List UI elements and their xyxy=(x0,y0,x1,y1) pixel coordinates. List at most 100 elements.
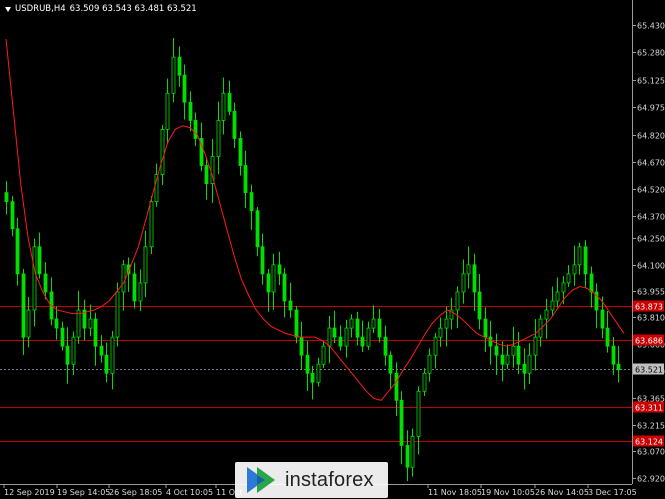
candle-body xyxy=(93,318,98,347)
candle-body xyxy=(305,354,310,374)
x-tick-label: 11 Nov 18:05 xyxy=(428,488,482,497)
y-tick-label: 64.370 xyxy=(637,213,665,222)
y-tick-label: 63.070 xyxy=(637,448,665,457)
y-tick-label: 63.955 xyxy=(637,288,665,297)
candle-body xyxy=(388,354,393,374)
candle-body xyxy=(288,300,293,311)
candle-body xyxy=(260,246,265,275)
candle-body xyxy=(110,336,115,374)
candle-body xyxy=(472,264,477,293)
candle-body xyxy=(438,327,443,338)
candle-body xyxy=(238,138,243,166)
candle-body xyxy=(138,282,143,302)
candle-body xyxy=(121,264,126,293)
candle-body xyxy=(544,309,549,320)
x-tick-label: 26 Sep 18:05 xyxy=(109,488,162,497)
candle-body xyxy=(65,345,70,365)
candle-body xyxy=(10,201,15,230)
candle-body xyxy=(383,336,388,356)
price-chart[interactable]: 65.430 65.280 65.125 64.975 64.820 64.670 64.5… xyxy=(0,0,665,499)
watermark: instaforex xyxy=(235,462,388,498)
candle-body xyxy=(399,399,404,446)
candle-body xyxy=(477,291,482,320)
candle-body xyxy=(410,436,415,468)
x-tick-label: 3 Dec 17:05 xyxy=(588,488,637,497)
candle-body xyxy=(561,282,566,293)
candle-body xyxy=(232,110,237,139)
level-label: 63.873 xyxy=(635,303,663,312)
candle-body xyxy=(616,363,621,371)
candle-body xyxy=(394,372,399,401)
candle-body xyxy=(355,318,360,338)
candle-body xyxy=(115,291,120,338)
candle-body xyxy=(43,273,48,293)
candle-body xyxy=(255,210,260,248)
chart-background xyxy=(0,0,665,499)
candle-body xyxy=(466,264,471,275)
dropdown-triangle-icon[interactable] xyxy=(5,6,11,12)
candle-body xyxy=(461,273,466,293)
candle-body xyxy=(433,336,438,356)
candle-body xyxy=(193,119,198,139)
candle-body xyxy=(149,201,154,248)
candle-body xyxy=(416,390,421,437)
candle-body xyxy=(488,336,493,347)
y-tick-label: 64.670 xyxy=(637,159,665,168)
candle-body xyxy=(332,327,337,338)
candle-body xyxy=(327,327,332,347)
candle-body xyxy=(143,246,148,284)
candle-body xyxy=(572,264,577,275)
level-label: 63.686 xyxy=(635,337,663,346)
candle-body xyxy=(60,327,65,347)
y-tick-label: 63.215 xyxy=(637,422,665,431)
candle-body xyxy=(243,165,248,194)
candle-body xyxy=(54,318,59,329)
candle-body xyxy=(132,273,137,302)
candle-body xyxy=(360,336,365,347)
candle-body xyxy=(516,345,521,365)
bid-label: 63.521 xyxy=(635,366,663,375)
x-tick-label: 26 Nov 14:05 xyxy=(535,488,589,497)
candle-body xyxy=(505,354,510,365)
x-tick-label: 19 Nov 10:05 xyxy=(481,488,535,497)
candle-body xyxy=(21,273,26,338)
candle-body xyxy=(533,336,538,356)
candle-body xyxy=(377,318,382,338)
candle-body xyxy=(282,273,287,302)
candle-body xyxy=(427,354,432,374)
candle-body xyxy=(611,345,616,365)
candle-body xyxy=(249,192,254,212)
candle-body xyxy=(188,101,193,121)
candle-body xyxy=(494,345,499,356)
chart-header: USDRUB,H4 63.509 63.543 63.481 63.521 xyxy=(3,1,197,17)
y-tick-label: 63.810 xyxy=(637,314,665,323)
candle-body xyxy=(321,345,326,365)
candle-body xyxy=(522,363,527,374)
candle-body xyxy=(349,318,354,329)
candle-body xyxy=(310,372,315,383)
candle-body xyxy=(99,345,104,356)
candle-body xyxy=(15,228,20,275)
y-tick-label: 64.250 xyxy=(637,235,665,244)
candle-body xyxy=(500,354,505,365)
candle-body xyxy=(4,192,9,203)
y-tick-label: 65.125 xyxy=(637,77,665,86)
candle-body xyxy=(160,129,165,175)
candle-body xyxy=(165,92,170,130)
candle-body xyxy=(605,327,610,347)
candle-body xyxy=(444,318,449,329)
candle-body xyxy=(600,309,605,329)
y-tick-label: 62.920 xyxy=(637,475,665,484)
candle-body xyxy=(88,318,93,329)
candle-body xyxy=(71,336,76,365)
x-tick-label: 12 Sep 2019 xyxy=(4,488,55,497)
candle-body xyxy=(216,119,221,157)
candle-body xyxy=(527,354,532,374)
candle-body xyxy=(338,336,343,347)
candle-body xyxy=(566,273,571,284)
candle-body xyxy=(221,92,226,121)
candle-body xyxy=(299,336,304,356)
x-tick-label: 19 Sep 14:05 xyxy=(57,488,110,497)
candle-body xyxy=(422,372,427,392)
y-tick-label: 64.100 xyxy=(637,262,665,271)
